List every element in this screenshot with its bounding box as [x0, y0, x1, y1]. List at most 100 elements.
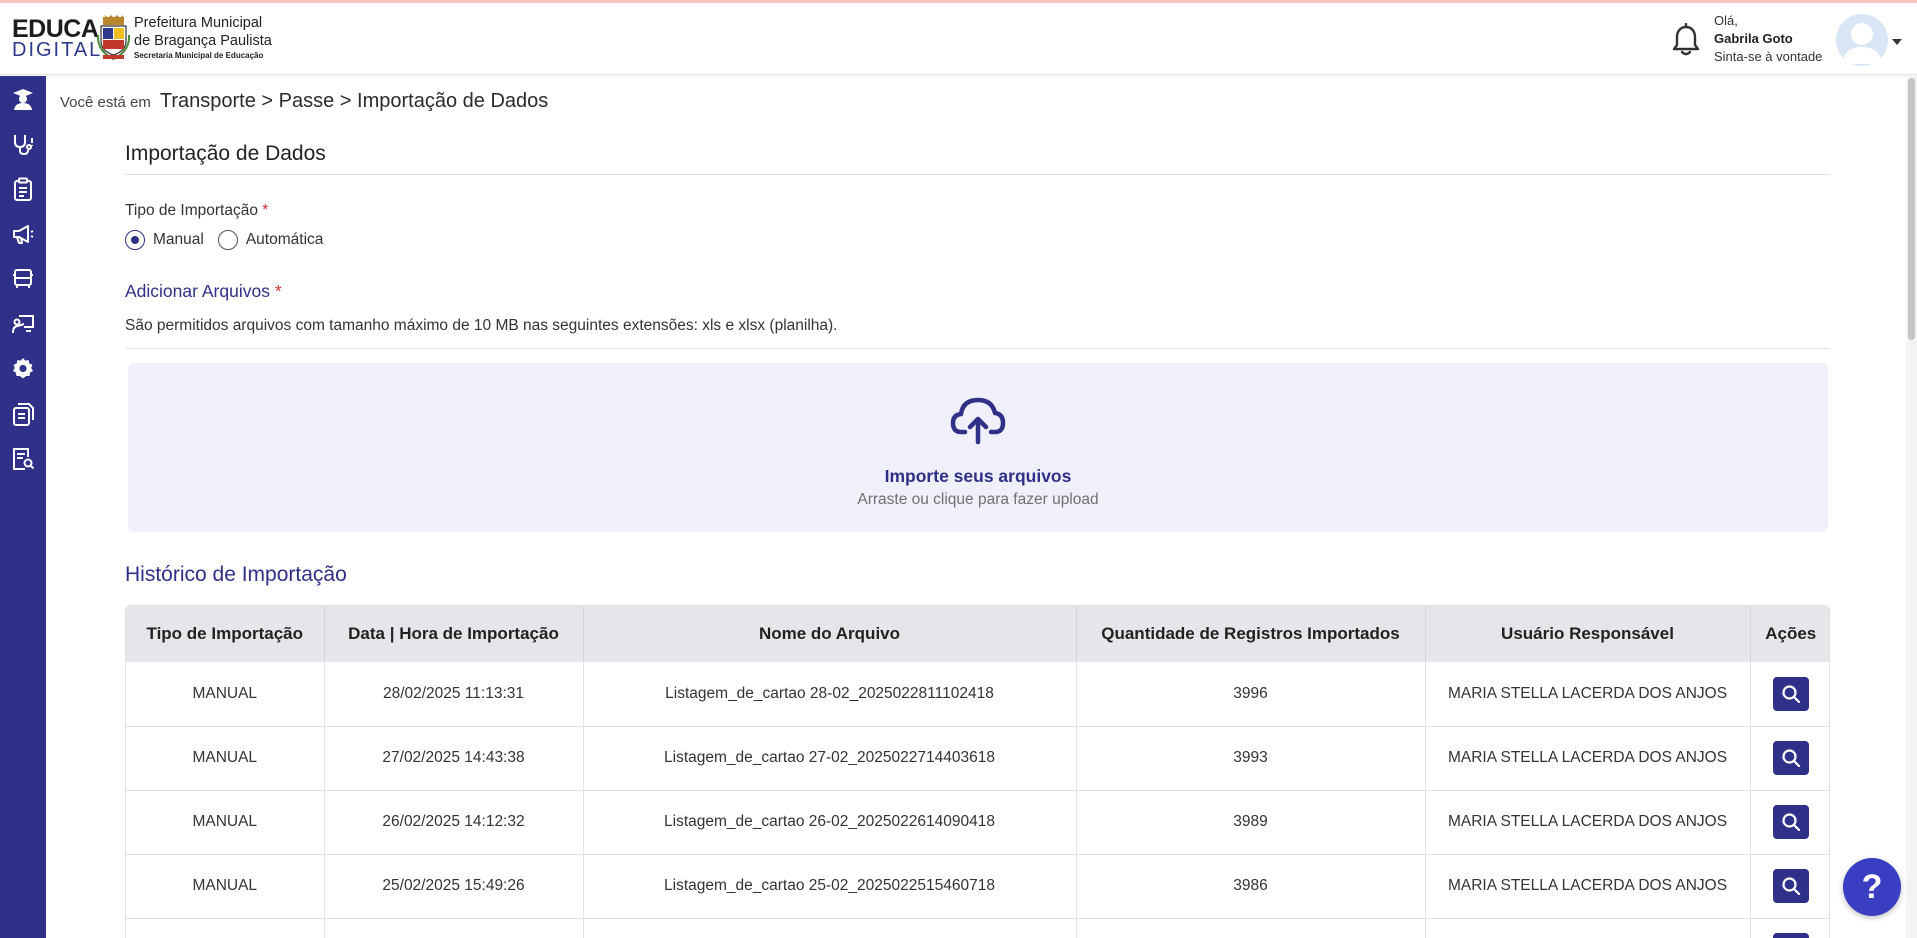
col-filename: Nome do Arquivo [583, 606, 1077, 662]
prefecture-line2: de Bragança Paulista [134, 33, 272, 49]
page-scrollbar-thumb[interactable] [1908, 78, 1915, 340]
view-details-button[interactable] [1772, 676, 1809, 711]
megaphone-icon [13, 225, 34, 244]
cell-filename: Listagem_de_cartao 28-02_202502281110241… [583, 662, 1077, 727]
sidebar [0, 76, 46, 938]
table-row [126, 918, 1829, 938]
user-name: Gabrila Goto [1714, 31, 1793, 46]
table-row: MANUAL 28/02/2025 11:13:31 Listagem_de_c… [126, 662, 1829, 727]
radio-manual-label[interactable]: Manual [153, 231, 204, 249]
sidebar-item-documents[interactable] [9, 400, 37, 428]
teacher-board-icon [12, 315, 34, 334]
user-greeting: Olá, Gabrila Goto Sinta-se à vontade [1714, 12, 1822, 66]
col-import-type: Tipo de Importação [126, 606, 325, 662]
view-details-button[interactable] [1772, 933, 1809, 938]
sidebar-item-education[interactable] [9, 85, 37, 113]
sidebar-item-health[interactable] [9, 130, 37, 158]
documents-icon [13, 403, 34, 426]
help-button[interactable]: ? [1843, 858, 1901, 916]
brand-top: EDUCA [12, 15, 99, 43]
dropzone-title: Importe seus arquivos [884, 466, 1072, 486]
cell-actions [1750, 918, 1829, 938]
cell-user: MARIA STELLA LACERDA DOS ANJOS [1425, 726, 1751, 791]
cell-datetime [324, 918, 584, 938]
col-user: Usuário Responsável [1425, 606, 1751, 662]
bus-icon [13, 269, 33, 288]
cell-import-type: MANUAL [126, 790, 325, 855]
cell-record-count: 3989 [1076, 790, 1426, 855]
add-files-label: Adicionar Arquivos * [125, 281, 282, 302]
prefecture-line3: Secretaria Municipal de Educação [134, 51, 264, 60]
view-details-button[interactable] [1772, 869, 1809, 903]
col-record-count: Quantidade de Registros Importados [1076, 606, 1426, 662]
cell-filename: Listagem_de_cartao 25-02_202502251546071… [583, 854, 1077, 919]
breadcrumb-path[interactable]: Transporte > Passe > Importação de Dados [160, 90, 548, 113]
sidebar-item-registry[interactable] [9, 175, 37, 203]
import-type-label-text: Tipo de Importação [125, 202, 258, 219]
cell-filename: Listagem_de_cartao 27-02_202502271440361… [583, 726, 1077, 791]
divider [125, 348, 1830, 349]
cell-actions [1750, 726, 1829, 791]
user-silhouette-icon [1842, 23, 1882, 64]
radio-automatica-label[interactable]: Automática [246, 231, 324, 249]
cell-record-count: 3993 [1076, 726, 1426, 791]
cell-record-count: 3986 [1076, 854, 1426, 919]
file-upload-dropzone[interactable]: Importe seus arquivos Arraste ou clique … [128, 363, 1828, 532]
graduate-icon [13, 89, 33, 110]
sidebar-item-settings[interactable] [9, 355, 37, 383]
brand-bottom: DIGITAL [12, 39, 103, 61]
cell-datetime: 28/02/2025 11:13:31 [324, 662, 584, 727]
page-title: Importação de Dados [125, 142, 326, 165]
radio-automatica[interactable] [217, 230, 238, 250]
cell-import-type: MANUAL [126, 662, 325, 727]
radio-manual[interactable] [125, 230, 145, 250]
city-crest-icon [97, 15, 130, 61]
cell-import-type: MANUAL [126, 726, 325, 791]
sidebar-item-teaching[interactable] [9, 310, 37, 338]
sidebar-item-reports[interactable] [9, 445, 37, 473]
sidebar-item-transport[interactable] [9, 265, 37, 293]
prefecture-line1: Prefeitura Municipal [134, 15, 263, 31]
search-icon [1782, 877, 1800, 896]
breadcrumb-prefix: Você está em [60, 94, 151, 111]
view-details-button[interactable] [1772, 741, 1809, 775]
avatar[interactable] [1836, 14, 1888, 66]
breadcrumb: Você está em Transporte > Passe > Import… [60, 90, 548, 113]
stethoscope-icon [14, 135, 33, 156]
history-table: Tipo de Importação Data | Hora de Import… [125, 605, 1830, 938]
table-row: MANUAL 25/02/2025 15:49:26 Listagem_de_c… [126, 854, 1829, 919]
view-details-button[interactable] [1772, 805, 1809, 839]
table-row: MANUAL 26/02/2025 14:12:32 Listagem_de_c… [126, 790, 1829, 855]
cell-user: MARIA STELLA LACERDA DOS ANJOS [1425, 662, 1751, 727]
prefecture-name: Prefeitura Municipal de Bragança Paulist… [134, 14, 272, 61]
cell-actions [1750, 790, 1829, 855]
table-row: MANUAL 27/02/2025 14:43:38 Listagem_de_c… [126, 726, 1829, 791]
report-search-icon [13, 448, 35, 470]
cell-datetime: 27/02/2025 14:43:38 [324, 726, 584, 791]
cell-record-count: 3996 [1076, 662, 1426, 727]
history-title: Histórico de Importação [125, 563, 347, 586]
search-icon [1782, 813, 1800, 832]
educa-digital-logo[interactable]: EDUCA DIGITAL [12, 15, 103, 61]
cell-datetime: 25/02/2025 15:49:26 [324, 854, 584, 919]
sidebar-item-communication[interactable] [9, 220, 37, 248]
search-icon [1782, 749, 1800, 768]
required-mark: * [262, 202, 269, 219]
cell-actions [1750, 662, 1829, 727]
col-actions: Ações [1750, 606, 1829, 662]
divider [125, 174, 1830, 175]
cell-user: MARIA STELLA LACERDA DOS ANJOS [1425, 854, 1751, 919]
import-type-label: Tipo de Importação * [125, 202, 268, 220]
user-subtitle: Sinta-se à vontade [1714, 49, 1823, 64]
user-menu-chevron-down-icon[interactable] [1892, 39, 1902, 45]
dropzone-subtitle: Arraste ou clique para fazer upload [857, 491, 1099, 508]
import-type-radio-group: Manual Automática [125, 230, 337, 250]
cell-import-type: MANUAL [126, 854, 325, 919]
notifications-bell-icon[interactable] [1670, 23, 1702, 59]
cell-datetime: 26/02/2025 14:12:32 [324, 790, 584, 855]
cell-import-type [126, 918, 325, 938]
cell-filename: Listagem_de_cartao 26-02_202502261409041… [583, 790, 1077, 855]
gear-icon [13, 358, 33, 379]
col-datetime: Data | Hora de Importação [324, 606, 584, 662]
cell-filename [583, 918, 1077, 938]
